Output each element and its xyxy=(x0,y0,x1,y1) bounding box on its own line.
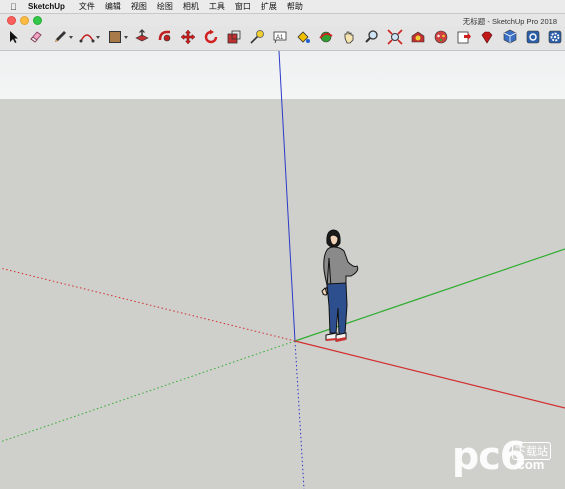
watermark-logo: pc6 下载站 .com xyxy=(452,432,560,482)
scale-figure xyxy=(321,229,359,342)
blue-axis-negative xyxy=(294,340,305,489)
green-axis-negative xyxy=(0,340,296,443)
red-axis-positive xyxy=(294,340,565,409)
model-viewport[interactable] xyxy=(0,0,565,489)
red-axis-negative xyxy=(0,267,296,342)
watermark-domain: .com xyxy=(514,457,545,472)
blue-axis-positive xyxy=(278,50,296,342)
